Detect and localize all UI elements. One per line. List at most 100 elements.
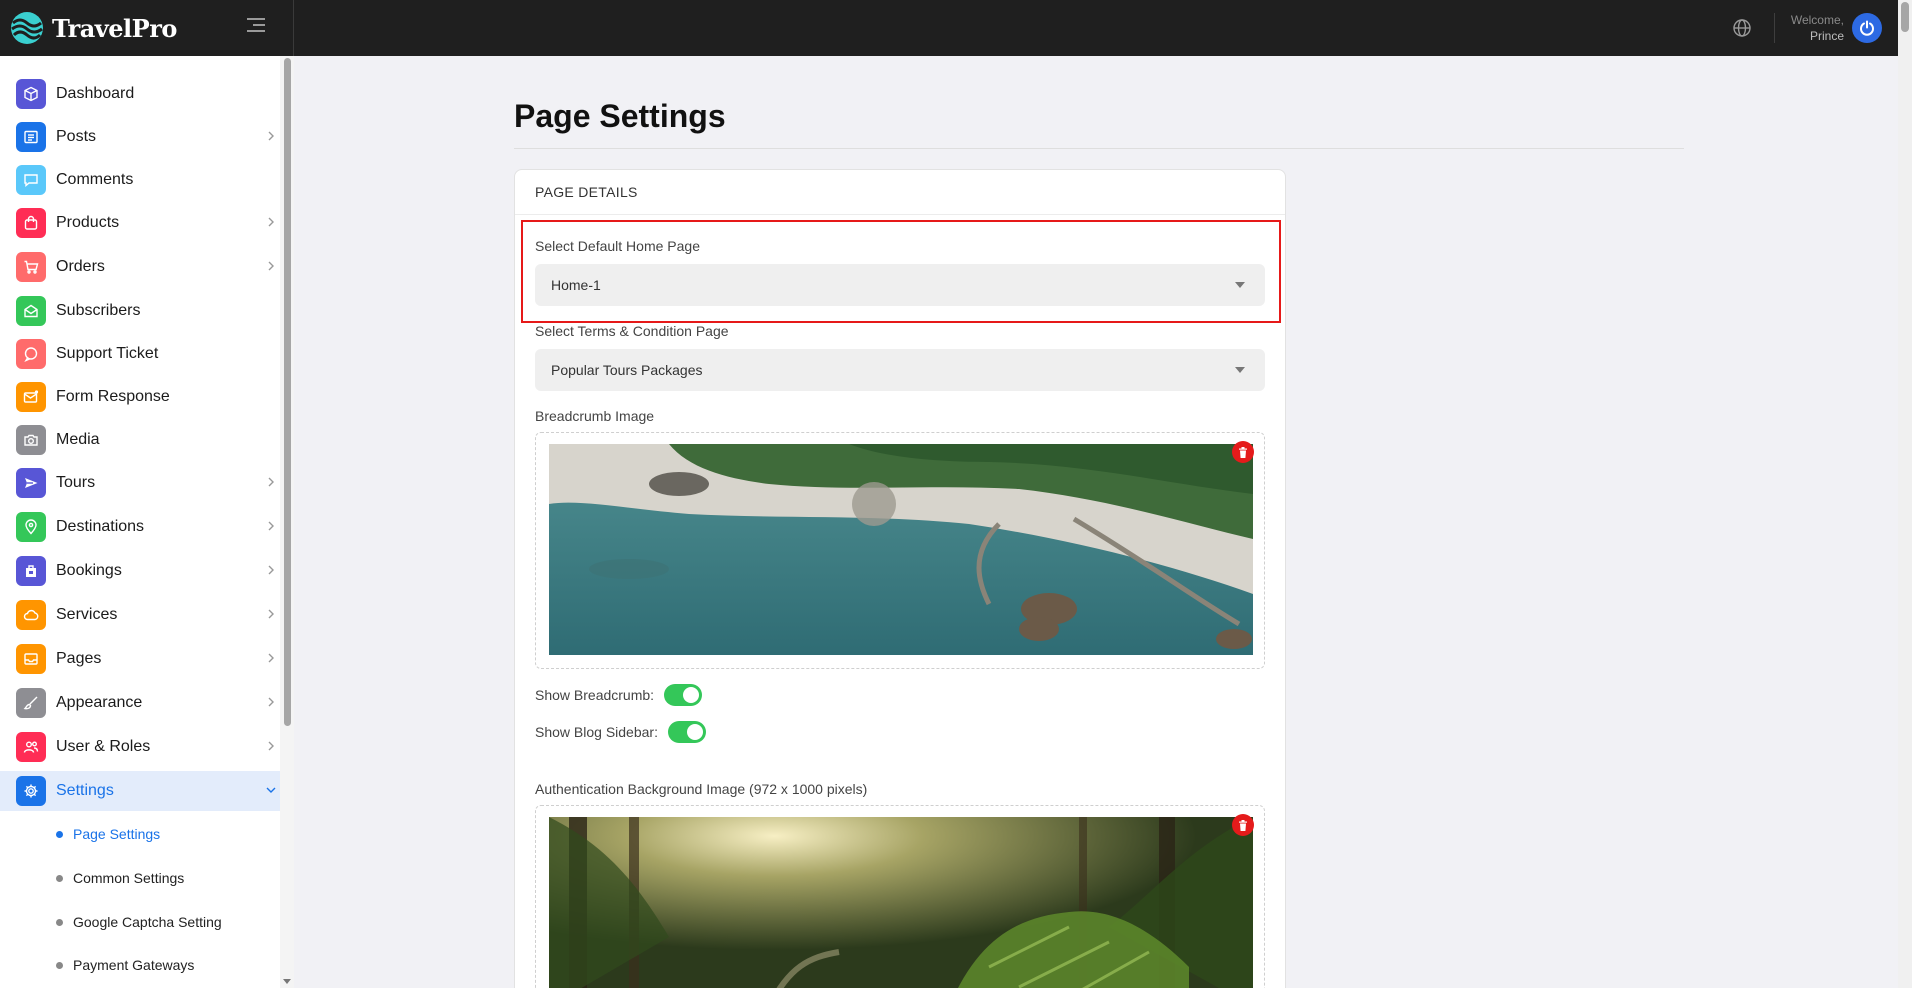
auth-bg-image-dropzone[interactable] — [535, 805, 1265, 988]
chevron-right-icon — [268, 697, 274, 707]
plane-icon — [16, 468, 46, 498]
sidebar-item-services[interactable]: Services — [0, 595, 280, 635]
terms-page-label: Select Terms & Condition Page — [535, 323, 729, 339]
chevron-right-icon — [268, 477, 274, 487]
welcome-label: Welcome, — [1790, 13, 1844, 27]
page-details-card: PAGE DETAILS Select Default Home Page Ho… — [514, 169, 1286, 988]
terms-page-value: Popular Tours Packages — [551, 362, 703, 378]
sidebar-item-label: Orders — [56, 258, 105, 275]
sidebar-item-label: Tours — [56, 474, 96, 491]
bullet-icon — [56, 918, 63, 926]
show-blog-sidebar-row: Show Blog Sidebar: — [535, 721, 706, 743]
sidebar-scrollbar[interactable] — [280, 56, 294, 988]
sidebar-item-label: Subscribers — [56, 302, 141, 319]
sidebar-item-subscribers[interactable]: Subscribers — [0, 291, 280, 331]
header-user-area: Welcome, Prince — [1732, 0, 1882, 56]
sidebar-item-destinations[interactable]: Destinations — [0, 507, 280, 547]
terms-page-select[interactable]: Popular Tours Packages — [535, 349, 1265, 391]
breadcrumb-image — [549, 444, 1253, 655]
breadcrumb-image-label: Breadcrumb Image — [535, 408, 655, 424]
booking-bag-icon — [16, 556, 46, 586]
sidebar-item-label: Products — [56, 214, 120, 231]
sidebar-item-label: Pages — [56, 650, 102, 667]
sidebar-item-posts[interactable]: Posts — [0, 117, 280, 157]
brush-icon — [16, 688, 46, 718]
sidebar-item-orders[interactable]: Orders — [0, 247, 280, 287]
home-page-select[interactable]: Home-1 — [535, 264, 1265, 306]
sidebar-item-support-ticket[interactable]: Support Ticket — [0, 334, 280, 374]
sidebar-item-settings[interactable]: Settings — [0, 771, 280, 811]
delete-breadcrumb-image-button[interactable] — [1232, 441, 1254, 463]
sidebar-item-label: Comments — [56, 171, 134, 188]
sidebar-item-form-response[interactable]: Form Response — [0, 377, 280, 417]
sidebar-item-appearance[interactable]: Appearance — [0, 683, 280, 723]
bullet-icon — [56, 830, 63, 838]
show-breadcrumb-row: Show Breadcrumb: — [535, 684, 703, 706]
sidebar-item-label: Media — [56, 431, 100, 448]
sidebar-subitem-google-captcha[interactable]: Google Captcha Setting — [0, 904, 280, 940]
chevron-right-icon — [268, 609, 274, 619]
sidebar-item-products[interactable]: Products — [0, 203, 280, 243]
menu-toggle-icon[interactable] — [247, 18, 267, 36]
caret-down-icon — [1235, 282, 1245, 288]
sidebar-item-dashboard[interactable]: Dashboard — [0, 74, 280, 114]
chevron-right-icon — [268, 565, 274, 575]
show-breadcrumb-toggle[interactable] — [664, 684, 703, 706]
sidebar-item-user-roles[interactable]: User & Roles — [0, 727, 280, 767]
sidebar-scrollbar-thumb[interactable] — [284, 58, 291, 726]
sidebar-item-label: Posts — [56, 128, 97, 145]
waves-logo-icon — [11, 12, 43, 44]
sidebar-item-tours[interactable]: Tours — [0, 463, 280, 503]
page-scrollbar-thumb[interactable] — [1901, 2, 1909, 32]
avatar[interactable] — [1852, 13, 1882, 43]
globe-icon[interactable] — [1732, 18, 1752, 38]
chevron-right-icon — [268, 131, 274, 141]
header-divider — [1773, 13, 1775, 43]
sidebar-item-pages[interactable]: Pages — [0, 639, 280, 679]
chat-bubble-icon — [16, 165, 46, 195]
sidebar-subitem-page-settings[interactable]: Page Settings — [0, 816, 280, 852]
show-breadcrumb-label: Show Breadcrumb: — [535, 687, 655, 703]
sidebar-item-label: Form Response — [56, 388, 170, 405]
chevron-right-icon — [268, 741, 274, 751]
sidebar-item-label: Appearance — [56, 694, 143, 711]
title-divider — [514, 148, 1684, 149]
show-blog-sidebar-toggle[interactable] — [667, 721, 706, 743]
user-name: Prince — [1809, 29, 1844, 43]
map-pin-icon — [16, 512, 46, 542]
sidebar-item-label: Destinations — [56, 518, 145, 535]
chevron-right-icon — [268, 521, 274, 531]
delete-auth-bg-image-button[interactable] — [1232, 814, 1254, 836]
breadcrumb-image-dropzone[interactable] — [535, 432, 1265, 669]
camera-icon — [16, 425, 46, 455]
home-page-value: Home-1 — [551, 277, 601, 293]
show-blog-sidebar-label: Show Blog Sidebar: — [535, 724, 658, 740]
auth-bg-image-label: Authentication Background Image (972 x 1… — [535, 781, 868, 797]
welcome-text: Welcome, Prince — [1791, 12, 1844, 44]
shopping-bag-icon — [16, 208, 46, 238]
brand-name: TravelPro — [52, 13, 177, 43]
sidebar-subitem-common-settings[interactable]: Common Settings — [0, 860, 280, 896]
bullet-icon — [56, 874, 63, 882]
cube-icon — [16, 79, 46, 109]
sidebar-item-label: Services — [56, 606, 118, 623]
sidebar-item-bookings[interactable]: Bookings — [0, 551, 280, 591]
sidebar-item-comments[interactable]: Comments — [0, 160, 280, 200]
tray-icon — [16, 644, 46, 674]
newspaper-icon — [16, 122, 46, 152]
sidebar-subitem-payment-gateways[interactable]: Payment Gateways — [0, 947, 280, 983]
sidebar-item-label: Dashboard — [56, 85, 135, 102]
page-scrollbar[interactable] — [1898, 0, 1912, 988]
power-icon — [1860, 20, 1874, 36]
sidebar-subitem-label: Payment Gateways — [73, 957, 195, 973]
sidebar-item-label: Bookings — [56, 562, 122, 579]
auth-bg-image — [549, 817, 1253, 988]
page-title: Page Settings — [514, 98, 726, 134]
trash-icon — [1239, 446, 1247, 458]
envelope-open-icon — [16, 296, 46, 326]
sidebar-item-label: Support Ticket — [56, 345, 159, 362]
sidebar-item-media[interactable]: Media — [0, 420, 280, 460]
trash-icon — [1239, 819, 1247, 831]
scroll-down-arrow-icon[interactable] — [283, 979, 291, 984]
bullet-icon — [56, 961, 63, 969]
